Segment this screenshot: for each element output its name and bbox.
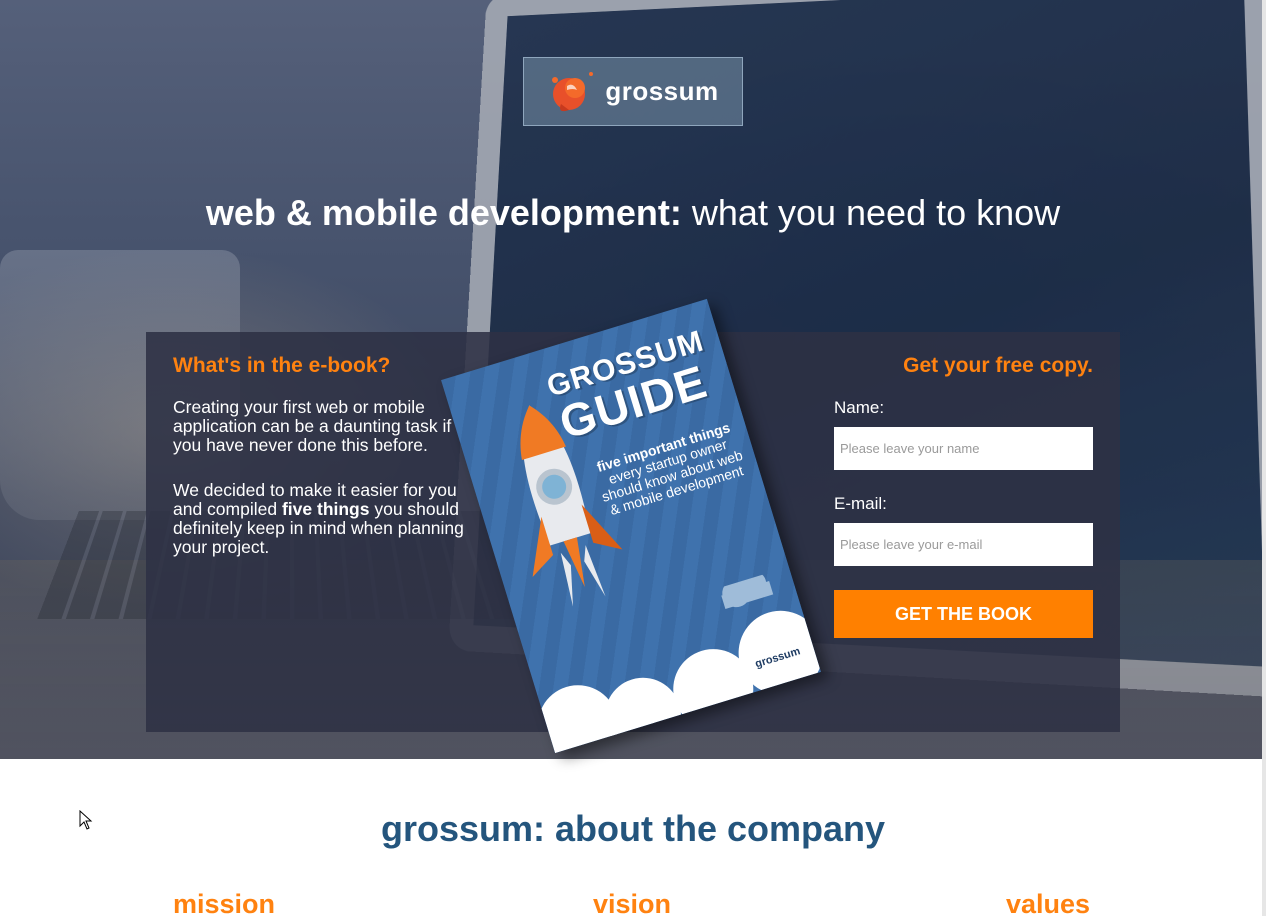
values-heading: values bbox=[1006, 889, 1091, 916]
mouse-cursor-icon bbox=[79, 810, 93, 830]
get-the-book-button[interactable]: GET THE BOOK bbox=[834, 590, 1093, 638]
headline-light: what you need to know bbox=[681, 192, 1061, 233]
ebook-paragraph-2: We decided to make it easier for you and… bbox=[173, 481, 473, 557]
email-label: E-mail: bbox=[834, 494, 887, 513]
mission-heading: mission bbox=[173, 889, 276, 916]
form-title: Get your free copy. bbox=[903, 354, 1093, 377]
about-title-light: about the company bbox=[545, 808, 886, 849]
ebook-description: What's in the e-book? Creating your firs… bbox=[173, 354, 473, 557]
vision-heading: vision bbox=[593, 889, 672, 916]
hero-headline: web & mobile development: what you need … bbox=[0, 192, 1266, 234]
headline-bold: web & mobile development: bbox=[205, 192, 682, 233]
about-title: grossum: about the company bbox=[0, 808, 1266, 850]
name-input[interactable] bbox=[834, 427, 1093, 470]
ebook-paragraph-1: Creating your first web or mobile applic… bbox=[173, 397, 452, 455]
ebook-paragraph-2-bold: five things bbox=[281, 499, 370, 519]
logo[interactable]: grossum bbox=[523, 57, 743, 126]
about-title-bold: grossum: bbox=[380, 808, 545, 849]
logo-text: grossum bbox=[605, 76, 719, 106]
signup-form: Get your free copy. Name: E-mail: GET TH… bbox=[834, 354, 1093, 638]
name-label: Name: bbox=[834, 398, 885, 417]
scrollbar-track[interactable] bbox=[1262, 0, 1266, 916]
ebook-title: What's in the e-book? bbox=[173, 354, 391, 377]
email-input[interactable] bbox=[834, 523, 1093, 566]
grossum-logo-icon bbox=[547, 68, 595, 116]
